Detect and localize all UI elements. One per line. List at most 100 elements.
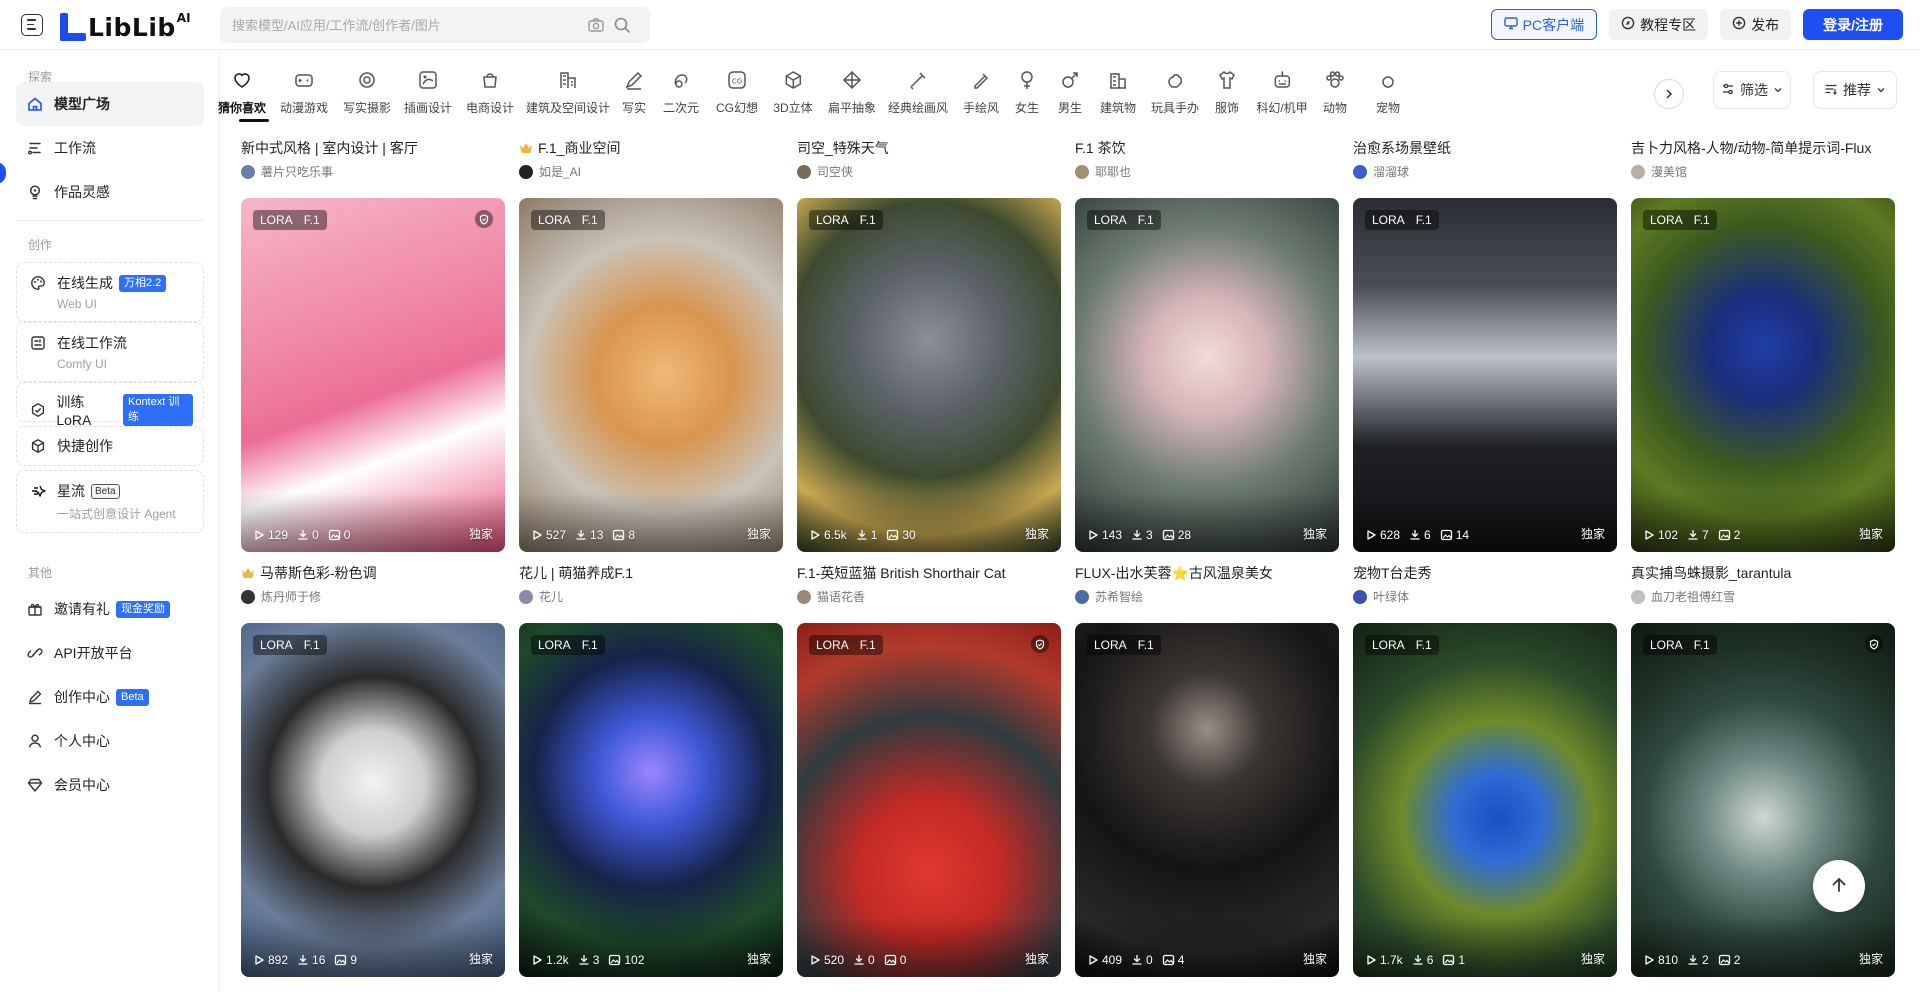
tutorial-button[interactable]: 教程专区 xyxy=(1609,9,1709,40)
model-card[interactable]: LORA F.1 1.7k 6 1 独家 xyxy=(1353,623,1617,977)
sidebar-item-inspiration[interactable]: 作品灵感 xyxy=(16,170,204,214)
model-title[interactable]: 真实捕鸟蛛摄影_tarantula xyxy=(1631,564,1895,582)
pc-client-button[interactable]: PC客户端 xyxy=(1490,9,1598,40)
sidebar-item-invite[interactable]: 邀请有礼 现金奖励 xyxy=(16,587,204,631)
sidebar-item-api[interactable]: API开放平台 xyxy=(16,631,204,675)
author[interactable]: 猫语花香 xyxy=(797,588,1061,605)
model-meta[interactable]: 治愈系场景壁纸 溜溜球 xyxy=(1353,139,1617,180)
sidebar-item-quick-create[interactable]: 快捷创作 xyxy=(16,426,204,466)
model-meta[interactable]: 马蒂斯色彩-粉色调 炼丹师于修 xyxy=(241,564,505,605)
author[interactable]: 花儿 xyxy=(519,588,783,605)
sort-button[interactable]: 推荐 xyxy=(1813,71,1897,109)
author[interactable]: 炼丹师于修 xyxy=(241,588,505,605)
model-meta[interactable]: F.1 茶饮 耶耶也 xyxy=(1075,139,1339,180)
model-card[interactable]: LORA F.1 527 13 8 独家 xyxy=(519,198,783,552)
model-card[interactable]: LORA F.1 409 0 4 独家 xyxy=(1075,623,1339,977)
model-card[interactable]: LORA F.1 1.2k 3 102 独家 xyxy=(519,623,783,977)
model-meta[interactable]: 宠物T台走秀 叶绿体 xyxy=(1353,564,1617,605)
tab-category[interactable]: 手绘风 xyxy=(963,69,999,116)
model-title[interactable]: 治愈系场景壁纸 xyxy=(1353,139,1617,157)
tab-category[interactable]: 玩具手办 xyxy=(1151,69,1199,116)
chevron-right-icon[interactable] xyxy=(1654,79,1684,109)
tab-category[interactable]: 写实摄影 xyxy=(343,69,391,116)
tab-category[interactable]: 建筑及空间设计 xyxy=(526,69,610,116)
camera-icon[interactable] xyxy=(587,16,605,34)
tab-category[interactable]: 3D立体 xyxy=(773,69,813,116)
model-meta[interactable]: F.1_商业空间 如是_AI xyxy=(519,139,783,180)
tab-category[interactable]: 电商设计 xyxy=(466,69,514,116)
author[interactable]: 血刀老祖傅红雪 xyxy=(1631,588,1895,605)
sidebar-item-creator-center[interactable]: 创作中心 Beta xyxy=(16,675,204,719)
model-card[interactable]: LORA F.1 143 3 28 独家 xyxy=(1075,198,1339,552)
tab-category[interactable]: 动漫游戏 xyxy=(280,69,328,116)
author[interactable]: 苏希智绘 xyxy=(1075,588,1339,605)
model-title[interactable]: 花儿 | 萌猫养成F.1 xyxy=(519,564,783,582)
tab-category[interactable]: 建筑物 xyxy=(1100,69,1136,116)
card-stats: 892 16 9 xyxy=(253,953,357,967)
tab-category[interactable]: 插画设计 xyxy=(404,69,452,116)
sidebar-item-workflow[interactable]: 工作流 xyxy=(16,126,204,170)
model-card[interactable]: LORA F.1 628 6 14 独家 xyxy=(1353,198,1617,552)
model-card[interactable]: LORA F.1 520 0 0 独家 xyxy=(797,623,1061,977)
tab-category[interactable]: 女生 xyxy=(1015,69,1039,116)
logo[interactable]: LibLib AI xyxy=(60,9,191,41)
model-card[interactable]: LORA F.1 129 0 0 独家 xyxy=(241,198,505,552)
model-title[interactable]: 马蒂斯色彩-粉色调 xyxy=(241,564,505,582)
tab-category[interactable]: 二次元 xyxy=(663,69,699,116)
shield-icon xyxy=(1031,635,1049,653)
tab-category[interactable]: 经典绘画风 xyxy=(888,69,948,116)
author[interactable]: 如是_AI xyxy=(519,163,783,180)
author[interactable]: 溜溜球 xyxy=(1353,163,1617,180)
back-to-top-button[interactable] xyxy=(1813,860,1865,912)
search-icon[interactable] xyxy=(613,16,631,34)
sidebar-item-train-lora[interactable]: 训练LoRA Kontext 训练 xyxy=(16,382,204,428)
model-card[interactable]: LORA F.1 6.5k 1 30 独家 xyxy=(797,198,1061,552)
sidebar-item-membership[interactable]: 会员中心 xyxy=(16,763,204,807)
tab-category[interactable]: 动物 xyxy=(1323,69,1347,116)
author[interactable]: 叶绿体 xyxy=(1353,588,1617,605)
sidebar-item-online-generate[interactable]: 在线生成 万相2.2 Web UI xyxy=(16,262,204,322)
tab-category[interactable]: 男生 xyxy=(1058,69,1082,116)
publish-button[interactable]: 发布 xyxy=(1720,9,1792,40)
model-card[interactable]: LORA F.1 102 7 2 独家 xyxy=(1631,198,1895,552)
tab-category[interactable]: 猜你喜欢 xyxy=(218,69,266,116)
model-card[interactable]: LORA F.1 810 2 2 独家 xyxy=(1631,623,1895,977)
tab-category[interactable]: 宠物 xyxy=(1376,69,1400,116)
model-card[interactable]: LORA F.1 892 16 9 独家 xyxy=(241,623,505,977)
play-icon xyxy=(1365,529,1377,541)
active-tab-underline xyxy=(239,119,269,122)
model-meta[interactable]: 真实捕鸟蛛摄影_tarantula 血刀老祖傅红雪 xyxy=(1631,564,1895,605)
model-meta[interactable]: 新中式风格 | 室内设计 | 客厅 薯片只吃乐事 xyxy=(241,139,505,180)
author[interactable]: 漫美馆 xyxy=(1631,163,1895,180)
model-title[interactable]: F.1_商业空间 xyxy=(519,139,783,157)
model-meta[interactable]: 司空_特殊天气 司空侠 xyxy=(797,139,1061,180)
menu-icon[interactable] xyxy=(21,13,43,36)
model-meta[interactable]: F.1-英短蓝猫 British Shorthair Cat 猫语花香 xyxy=(797,564,1061,605)
sidebar-item-model-square[interactable]: 模型广场 xyxy=(16,82,204,126)
model-meta[interactable]: 吉卜力风格-人物/动物-简单提示词-Flux 漫美馆 xyxy=(1631,139,1895,180)
search-input[interactable] xyxy=(232,17,572,33)
model-meta[interactable]: FLUX-出水芙蓉⭐古风温泉美女 苏希智绘 xyxy=(1075,564,1339,605)
sidebar-item-starflow[interactable]: 星流 Beta 一站式创意设计 Agent xyxy=(16,470,204,533)
model-title[interactable]: 宠物T台走秀 xyxy=(1353,564,1617,582)
model-title[interactable]: FLUX-出水芙蓉⭐古风温泉美女 xyxy=(1075,564,1339,582)
sidebar-item-online-workflow[interactable]: 在线工作流 Comfy UI xyxy=(16,322,204,382)
model-title[interactable]: 吉卜力风格-人物/动物-简单提示词-Flux xyxy=(1631,139,1895,157)
author[interactable]: 薯片只吃乐事 xyxy=(241,163,505,180)
model-title[interactable]: 司空_特殊天气 xyxy=(797,139,1061,157)
model-title[interactable]: F.1-英短蓝猫 British Shorthair Cat xyxy=(797,564,1061,582)
sidebar-item-profile[interactable]: 个人中心 xyxy=(16,719,204,763)
model-meta[interactable]: 花儿 | 萌猫养成F.1 花儿 xyxy=(519,564,783,605)
tab-category[interactable]: 扁平抽象 xyxy=(828,69,876,116)
model-title[interactable]: 新中式风格 | 室内设计 | 客厅 xyxy=(241,139,505,157)
filter-button[interactable]: 筛选 xyxy=(1713,71,1791,109)
author[interactable]: 耶耶也 xyxy=(1075,163,1339,180)
model-title[interactable]: F.1 茶饮 xyxy=(1075,139,1339,157)
tab-category[interactable]: 写实 xyxy=(622,69,646,116)
tab-category[interactable]: 科幻/机甲 xyxy=(1256,69,1308,116)
tab-category[interactable]: 服饰 xyxy=(1215,69,1239,116)
tab-category[interactable]: CG CG幻想 xyxy=(716,69,758,116)
download-icon xyxy=(1412,954,1424,966)
login-button[interactable]: 登录/注册 xyxy=(1803,9,1903,40)
author[interactable]: 司空侠 xyxy=(797,163,1061,180)
